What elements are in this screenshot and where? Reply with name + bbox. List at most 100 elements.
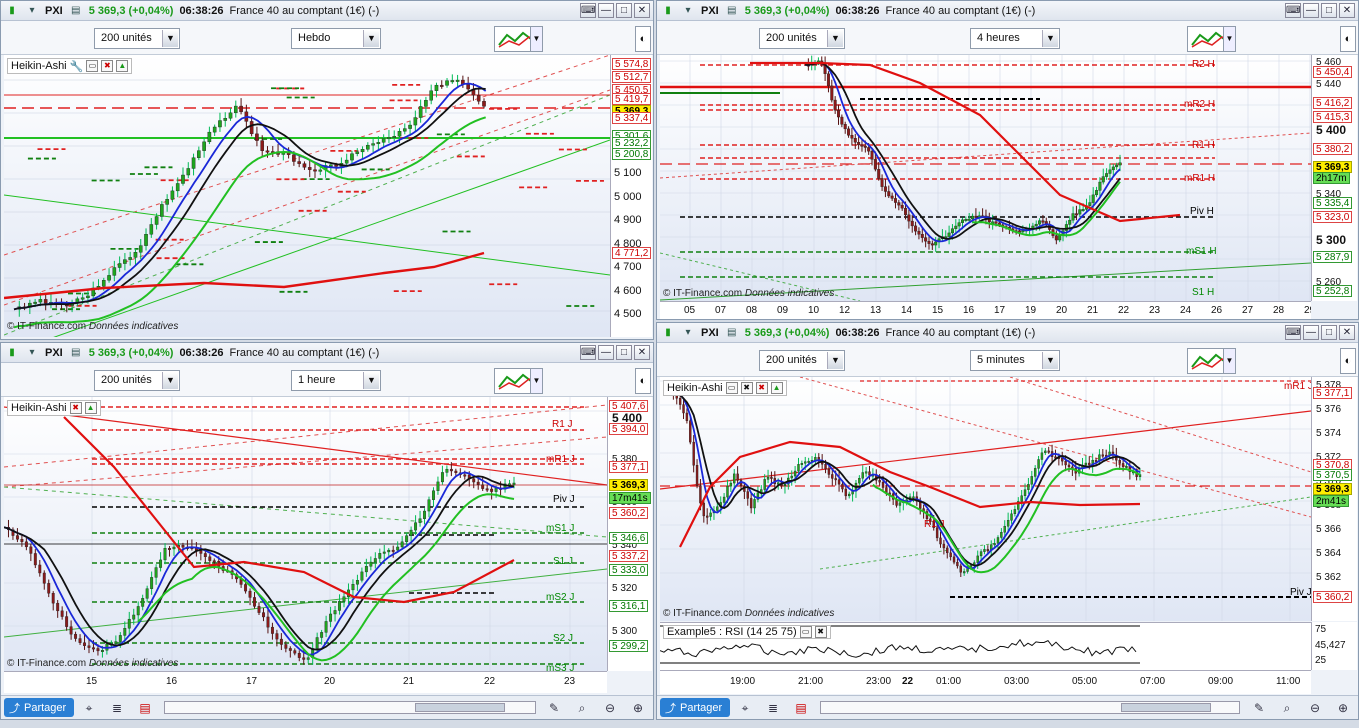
- close-button[interactable]: ✕: [634, 3, 650, 18]
- chevron-down-icon[interactable]: ▾: [681, 4, 695, 18]
- chevron-down-icon[interactable]: ▼: [530, 26, 543, 52]
- zoom-in-icon[interactable]: ⊕: [630, 700, 646, 716]
- window-icon[interactable]: ▭: [799, 626, 812, 638]
- share-button[interactable]: ⤴ Partager: [4, 698, 74, 717]
- window-titlebar[interactable]: ▮ ▾ PXI ▤ 5 369,3 (+0,04%) 06:38:26 Fran…: [1, 343, 653, 363]
- chart-window-hebdo[interactable]: ▮ ▾ PXI ▤ 5 369,3 (+0,04%) 06:38:26 Fran…: [0, 0, 654, 340]
- toggle-panel-button[interactable]: ◐: [635, 26, 651, 52]
- window-titlebar[interactable]: ▮ ▾ PXI ▤ 5 369,3 (+0,04%) 06:38:26 Fran…: [1, 1, 653, 21]
- keyboard-icon[interactable]: ⌨: [1285, 3, 1301, 18]
- chevron-down-icon[interactable]: ▾: [25, 4, 39, 18]
- chart-window-1h[interactable]: ▮ ▾ PXI ▤ 5 369,3 (+0,04%) 06:38:26 Fran…: [0, 342, 654, 720]
- m5-candle: [1027, 484, 1030, 490]
- minimize-button[interactable]: —: [598, 3, 614, 18]
- window-titlebar[interactable]: ▮ ▾ PXI ▤ 5 369,3 (+0,04%) 06:38:26 Fran…: [657, 323, 1358, 343]
- rsi-panel[interactable]: Example5 : RSI (14 25 75) ▭ ✖: [660, 622, 1311, 670]
- list-icon[interactable]: ≣: [109, 700, 125, 716]
- maximize-button[interactable]: □: [616, 345, 632, 360]
- delete-icon[interactable]: ✖: [755, 382, 768, 394]
- info-icon[interactable]: ▤: [725, 326, 739, 340]
- maximize-button[interactable]: □: [1321, 3, 1337, 18]
- arrow-up-icon[interactable]: ▲: [84, 402, 97, 414]
- price-axis[interactable]: 5 4005 3805 3605 3405 3205 3005 407,65 3…: [607, 397, 652, 671]
- keyboard-icon[interactable]: ⌨: [580, 345, 596, 360]
- info-icon[interactable]: ▤: [725, 4, 739, 18]
- delete-icon[interactable]: ✖: [69, 402, 82, 414]
- time-axis[interactable]: 15 16 17 20 21 22 23: [4, 671, 607, 693]
- maximize-button[interactable]: □: [1321, 325, 1337, 340]
- period-select[interactable]: 1 heure ▼: [291, 370, 381, 391]
- draw-icon[interactable]: ✎: [1251, 700, 1267, 716]
- minimize-button[interactable]: —: [1303, 3, 1319, 18]
- maximize-button[interactable]: □: [616, 3, 632, 18]
- toggle-panel-button[interactable]: ◐: [1340, 348, 1356, 374]
- hebdo-candle: [455, 79, 460, 82]
- horizontal-scrollbar[interactable]: [164, 701, 536, 714]
- order-icon[interactable]: ▤: [793, 700, 809, 716]
- price-chart[interactable]: Heikin-Ashi ✖ ▲ © IT-Finance.com Données…: [4, 397, 607, 671]
- price-axis[interactable]: 5 3785 3765 3745 3725 3705 3685 3665 364…: [1311, 377, 1357, 621]
- zoom-out-icon[interactable]: ⊖: [1307, 700, 1323, 716]
- chevron-down-icon[interactable]: ▾: [25, 346, 39, 360]
- chevron-down-icon[interactable]: ▼: [530, 368, 543, 394]
- h4-candle: [1071, 213, 1075, 221]
- chart-window-5m[interactable]: ▮ ▾ PXI ▤ 5 369,3 (+0,04%) 06:38:26 Fran…: [656, 322, 1359, 720]
- window-icon[interactable]: ▭: [86, 60, 99, 72]
- window-icon[interactable]: ▭: [725, 382, 738, 394]
- hebdo-candle: [297, 161, 301, 164]
- hebdo-candle: [450, 80, 455, 83]
- units-select[interactable]: 200 unités ▼: [94, 370, 180, 391]
- close-button[interactable]: ✕: [1339, 3, 1355, 18]
- window-titlebar[interactable]: ▮ ▾ PXI ▤ 5 369,3 (+0,04%) 06:38:26 Fran…: [657, 1, 1358, 21]
- period-select[interactable]: 4 heures ▼: [970, 28, 1060, 49]
- arrow-up-icon[interactable]: ▲: [116, 60, 129, 72]
- scrollbar-thumb[interactable]: [415, 703, 505, 712]
- close-button[interactable]: ✕: [634, 345, 650, 360]
- draw-icon[interactable]: ✎: [546, 700, 562, 716]
- price-chart[interactable]: Heikin-Ashi ▭ ✖ ✖ ▲ © IT-Finance.com Don…: [660, 377, 1311, 621]
- price-chart[interactable]: Heikin-Ashi 🔧 ▭ ✖ ▲ © IT-Finance.com Don…: [4, 55, 610, 337]
- info-icon[interactable]: ▤: [69, 346, 83, 360]
- close-icon[interactable]: ✖: [740, 382, 753, 394]
- units-select[interactable]: 200 unités ▼: [759, 28, 845, 49]
- zoom-fit-icon[interactable]: ⌕: [1279, 700, 1295, 716]
- list-icon[interactable]: ≣: [765, 700, 781, 716]
- arrow-up-icon[interactable]: ▲: [770, 382, 783, 394]
- share-button[interactable]: ⤴ Partager: [660, 698, 730, 717]
- zoom-out-icon[interactable]: ⊖: [602, 700, 618, 716]
- wrench-icon[interactable]: 🔧: [70, 60, 84, 73]
- hebdo-candle: [149, 224, 154, 235]
- keyboard-icon[interactable]: ⌨: [580, 3, 596, 18]
- chevron-down-icon[interactable]: ▼: [1223, 26, 1236, 52]
- price-axis[interactable]: 5 4605 4405 4205 4005 3805 3605 3405 320…: [1311, 55, 1357, 301]
- time-tick: 05: [684, 305, 696, 316]
- cursor-icon[interactable]: ⌖: [737, 700, 753, 716]
- horizontal-scrollbar[interactable]: [820, 701, 1240, 714]
- chart-window-4h[interactable]: ▮ ▾ PXI ▤ 5 369,3 (+0,04%) 06:38:26 Fran…: [656, 0, 1359, 320]
- zoom-fit-icon[interactable]: ⌕: [574, 700, 590, 716]
- units-select[interactable]: 200 unités ▼: [759, 350, 845, 371]
- close-icon[interactable]: ✖: [814, 626, 827, 638]
- period-select[interactable]: Hebdo ▼: [291, 28, 381, 49]
- chevron-down-icon[interactable]: ▾: [681, 326, 695, 340]
- toggle-panel-button[interactable]: ◐: [1340, 26, 1356, 52]
- delete-icon[interactable]: ✖: [101, 60, 114, 72]
- order-icon[interactable]: ▤: [137, 700, 153, 716]
- price-axis[interactable]: 5 100 5 000 4 900 4 800 4 700 4 600 4 500 5 574…: [610, 55, 652, 337]
- zoom-in-icon[interactable]: ⊕: [1335, 700, 1351, 716]
- toggle-panel-button[interactable]: ◐: [635, 368, 651, 394]
- info-icon[interactable]: ▤: [69, 4, 83, 18]
- units-select[interactable]: 200 unités ▼: [94, 28, 180, 49]
- time-axis[interactable]: 05 07 08 09 10 12 13 14 15 16 17 19 20 21 22 23 24 26 27 28…: [660, 301, 1311, 319]
- chevron-down-icon[interactable]: ▼: [1223, 348, 1236, 374]
- keyboard-icon[interactable]: ⌨: [1285, 325, 1301, 340]
- scrollbar-thumb[interactable]: [1121, 703, 1211, 712]
- minimize-button[interactable]: —: [598, 345, 614, 360]
- close-button[interactable]: ✕: [1339, 325, 1355, 340]
- price-change: 5 369,3 (+0,04%): [744, 326, 830, 339]
- price-chart[interactable]: © IT-Finance.com Données indicatives R2 …: [660, 55, 1311, 301]
- time-axis[interactable]: 19:00 21:00 23:00 22 01:00 03:00 05:00 07:00 09:…: [660, 670, 1311, 694]
- period-select[interactable]: 5 minutes ▼: [970, 350, 1060, 371]
- cursor-icon[interactable]: ⌖: [81, 700, 97, 716]
- minimize-button[interactable]: —: [1303, 325, 1319, 340]
